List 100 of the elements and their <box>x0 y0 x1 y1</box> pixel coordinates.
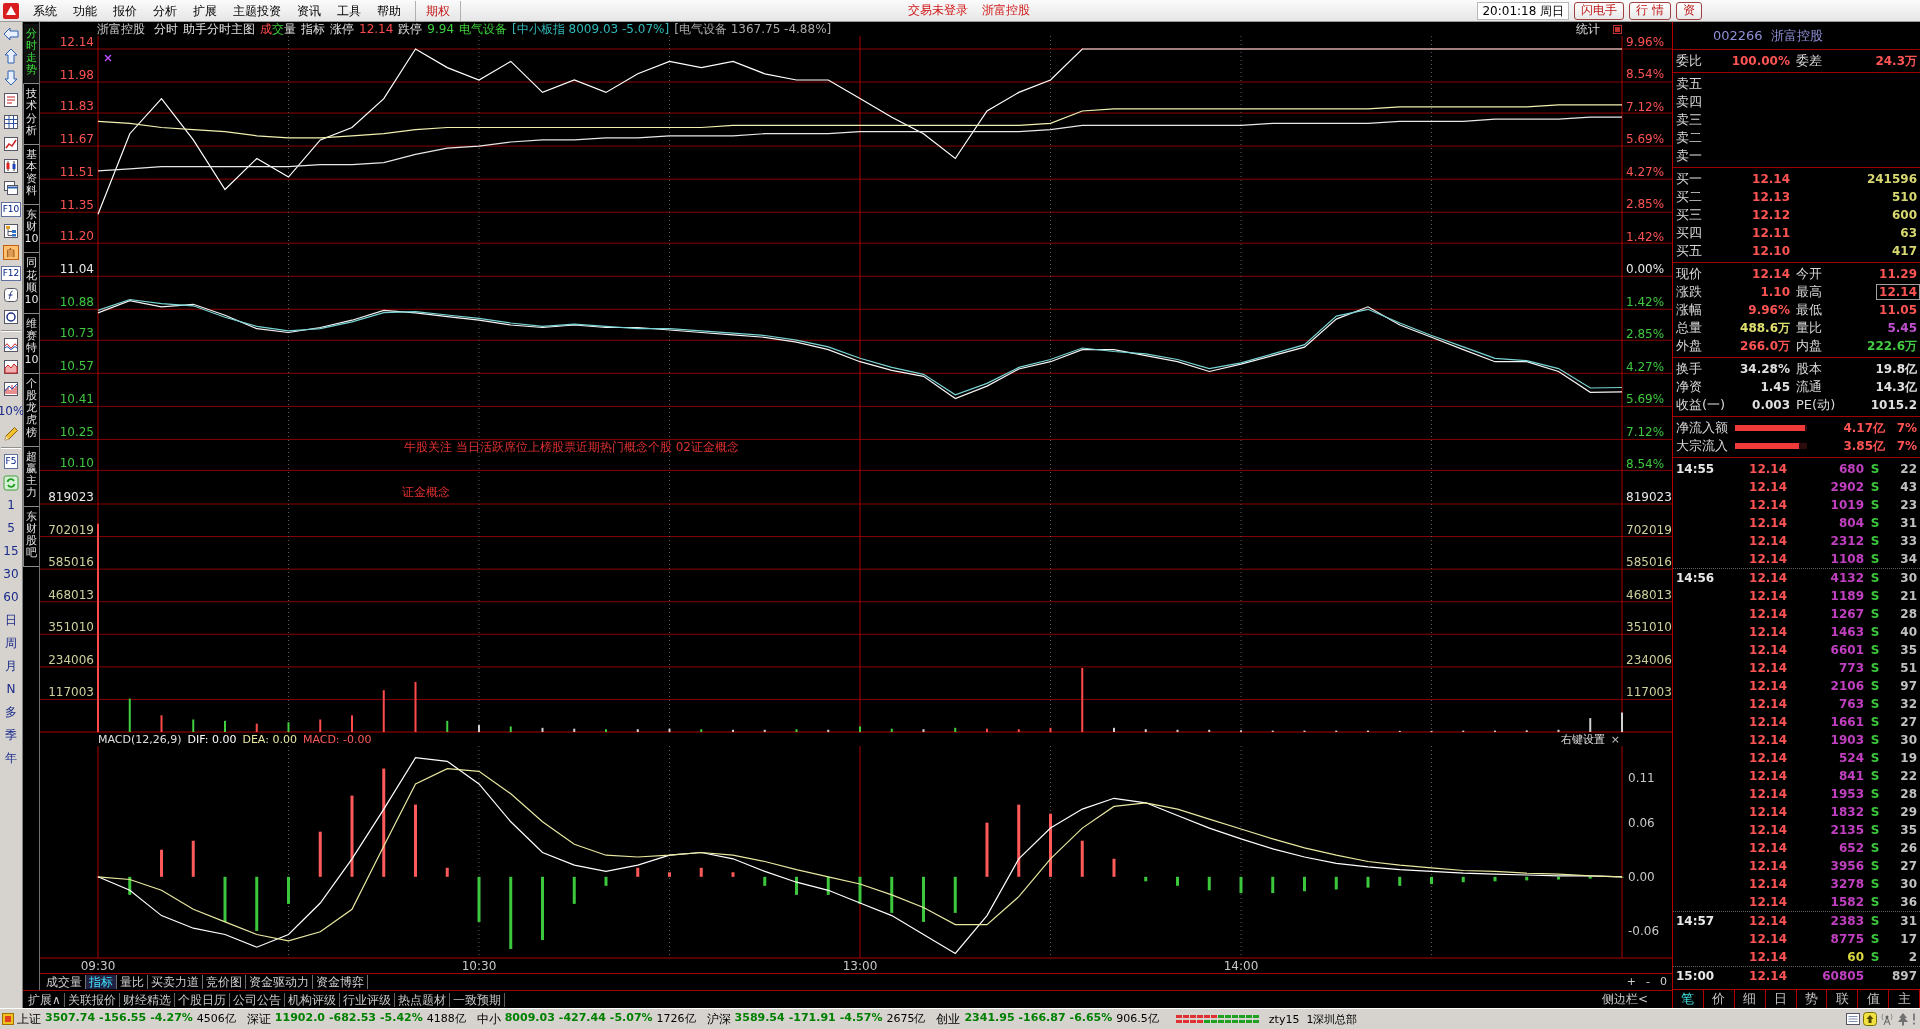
percent-axis-label: 0.00% <box>1626 262 1665 277</box>
tick-price: 12.14 <box>1748 914 1787 928</box>
percent-axis-label: 4.27% <box>1626 164 1665 179</box>
tick-time: 14:57 <box>1675 914 1716 928</box>
tick-price: 12.14 <box>1748 787 1787 801</box>
price-axis-label: 12.14 <box>59 36 94 49</box>
tick-count: 22 <box>1899 462 1918 476</box>
tick-count: 21 <box>1899 589 1918 603</box>
quote-label: 今开 <box>1795 265 1823 283</box>
price-axis-label: 10.73 <box>59 326 94 341</box>
index-change: -427.44 <box>558 1010 606 1026</box>
quote-value: 14.3亿 <box>1874 378 1918 396</box>
bid-price: 12.11 <box>1751 226 1791 240</box>
tick-volume: 2902 <box>1829 480 1864 494</box>
tick-price: 12.14 <box>1748 805 1787 819</box>
quote-value: 12.14 <box>1876 284 1920 300</box>
quote-value: 24.3万 <box>1874 52 1918 70</box>
quote-label: 涨跌 <box>1675 283 1703 301</box>
quote-label: 最高 <box>1795 283 1823 301</box>
percent-axis-label: 9.96% <box>1626 36 1665 49</box>
tick-price: 12.14 <box>1748 643 1787 657</box>
volume-axis-label: 117003 <box>48 685 94 700</box>
time-axis-label: 14:00 <box>1223 959 1259 973</box>
status-notice: 浙富控股 <box>982 2 1030 19</box>
price-axis-label: 10.25 <box>59 425 94 440</box>
tick-count: 28 <box>1899 787 1918 801</box>
quote-value: 12.14 <box>1752 267 1791 281</box>
tick-volume: 4132 <box>1829 571 1864 585</box>
bid-price: 12.10 <box>1751 244 1791 258</box>
quote-value: 488.6万 <box>1740 319 1791 337</box>
index-change: -166.87 <box>1018 1010 1066 1026</box>
tick-volume: 1189 <box>1829 589 1864 603</box>
tick-volume: 60 <box>1846 950 1864 964</box>
tick-count: 30 <box>1899 733 1918 747</box>
index-change: -682.53 <box>328 1010 376 1026</box>
price-axis-label: 10.57 <box>59 359 94 374</box>
tick-count: 30 <box>1899 571 1918 585</box>
tick-volume: 60805 <box>1821 969 1864 983</box>
index-change: -156.55 <box>99 1010 147 1026</box>
tick-count: 22 <box>1899 769 1918 783</box>
percent-axis-label: 7.12% <box>1626 99 1665 114</box>
volume-axis-label: 468013 <box>48 587 94 602</box>
tick-volume: 1463 <box>1829 625 1864 639</box>
tick-volume: 2106 <box>1829 679 1864 693</box>
header-label: 跌停 <box>398 20 423 38</box>
tick-side: S <box>1869 498 1881 512</box>
percent-axis-label: 5.69% <box>1626 132 1665 147</box>
tick-count: 34 <box>1899 552 1918 566</box>
index-percent: -4.57% <box>839 1010 883 1026</box>
tick-price: 12.14 <box>1748 950 1787 964</box>
macd-axis-label: 0.06 <box>1628 815 1655 830</box>
tick-volume: 1582 <box>1829 895 1864 909</box>
tick-volume: 763 <box>1837 697 1864 711</box>
tick-side: S <box>1869 516 1881 530</box>
tick-side: S <box>1869 534 1881 548</box>
time-axis-label: 13:00 <box>842 959 878 973</box>
tick-side: S <box>1869 733 1881 747</box>
price-axis-label: 11.83 <box>59 99 94 114</box>
quote-value: 100.00% <box>1730 54 1791 68</box>
tick-volume: 1108 <box>1829 552 1864 566</box>
tick-volume: 680 <box>1837 462 1864 476</box>
ask-level-label: 卖三 <box>1675 111 1703 129</box>
macd-axis-label: -0.06 <box>1628 923 1660 938</box>
tick-count: 33 <box>1899 534 1918 548</box>
volume-axis-label: 702019 <box>48 522 94 537</box>
tick-volume: 1903 <box>1829 733 1864 747</box>
quote-label: 涨幅 <box>1675 301 1703 319</box>
quote-value: 9.96% <box>1748 303 1791 317</box>
quote-label: 委比 <box>1675 52 1703 70</box>
tick-volume: 3278 <box>1829 877 1864 891</box>
stock-code: 002266 <box>1713 28 1763 43</box>
tick-price: 12.14 <box>1748 841 1787 855</box>
ask-level-label: 卖一 <box>1675 147 1703 165</box>
tick-price: 12.14 <box>1748 751 1787 765</box>
percent-axis-label: 1.42% <box>1626 229 1665 244</box>
price-axis-label: 11.20 <box>59 229 94 244</box>
bid-level-label: 买四 <box>1675 224 1703 242</box>
quote-value: 19.8亿 <box>1874 360 1918 378</box>
tick-volume: 1661 <box>1829 715 1864 729</box>
tick-price: 12.14 <box>1748 625 1787 639</box>
tick-side: S <box>1869 697 1881 711</box>
tick-side: S <box>1869 805 1881 819</box>
tick-volume: 841 <box>1837 769 1864 783</box>
quote-label: PE(动) <box>1795 396 1837 414</box>
status-notice: 交易未登录 <box>908 2 968 19</box>
tick-price: 12.14 <box>1748 589 1787 603</box>
price-axis-label: 11.67 <box>59 132 94 147</box>
index-value: 3507.74 <box>45 1010 96 1026</box>
tick-time: 14:56 <box>1675 571 1716 585</box>
price-axis-label: 10.10 <box>59 456 94 471</box>
tick-price: 12.14 <box>1748 859 1787 873</box>
tick-side: S <box>1869 552 1881 566</box>
tick-side: S <box>1869 841 1881 855</box>
bid-volume: 510 <box>1890 190 1918 204</box>
quote-value: 34.28% <box>1739 362 1791 376</box>
quote-label: 净资 <box>1675 378 1703 396</box>
tick-volume: 1019 <box>1829 498 1864 512</box>
tick-volume: 1953 <box>1829 787 1864 801</box>
index-value: 11902.0 <box>274 1010 325 1026</box>
index-name: 上证 <box>17 1010 41 1028</box>
